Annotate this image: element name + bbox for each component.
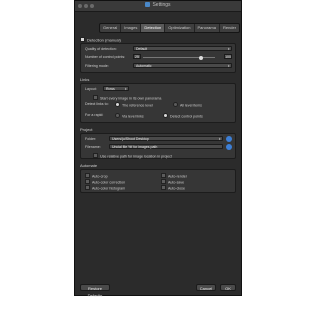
auto-color-correction-checkbox[interactable] xyxy=(85,179,90,184)
reference-level-radio[interactable] xyxy=(115,102,120,107)
auto-render-label: Auto-render xyxy=(168,174,187,179)
ctrl-points-slider[interactable] xyxy=(143,55,215,60)
detect-control-points-label: Detect control points xyxy=(170,114,203,119)
project-header: Project xyxy=(80,127,93,132)
quality-label: Quality of detection: xyxy=(85,47,117,51)
project-box: Folder: Users/ju/Shoot Desktop ⬍ Filename… xyxy=(80,133,236,159)
quality-select[interactable]: Default ⬍ xyxy=(133,46,232,51)
select-arrow-icon: ⬍ xyxy=(227,47,230,51)
for-rapid-label: For a rapid: xyxy=(85,113,104,117)
detection-header: Detection (manual) xyxy=(87,37,121,43)
filename-info-button[interactable] xyxy=(226,143,232,150)
links-header: Links xyxy=(80,77,90,82)
auto-color-correction-label: Auto-color correction xyxy=(92,180,126,185)
all-level-label: All level items xyxy=(180,103,202,108)
select-arrow-icon: ⬍ xyxy=(218,137,221,141)
links-box: Layout: Rows ⬍ Start every image in its o… xyxy=(80,83,236,123)
auto-save-checkbox[interactable] xyxy=(161,179,166,184)
auto-close-label: Auto-close xyxy=(168,186,185,191)
own-panorama-label: Start every image in its own panorama xyxy=(100,96,162,101)
detection-section: Detection (manual) Quality of detection:… xyxy=(80,37,236,73)
via-level-links-label: Via level links xyxy=(122,114,144,119)
detection-box: Quality of detection: Default ⬍ Number of… xyxy=(80,43,236,73)
links-section: Links Layout: Rows ⬍ Start every image in… xyxy=(80,77,236,123)
layout-select[interactable]: Rows ⬍ xyxy=(103,86,129,91)
auto-crop-label: Auto-crop xyxy=(92,174,108,179)
tab-render[interactable]: Render xyxy=(220,24,239,32)
auto-save-label: Auto-save xyxy=(168,180,185,185)
ctrl-points-min-field[interactable]: 25 xyxy=(133,54,141,59)
tab-images[interactable]: Images xyxy=(121,24,142,32)
tab-general[interactable]: General xyxy=(100,24,122,32)
folder-info-button[interactable] xyxy=(226,135,232,142)
title-bar: Settings xyxy=(75,1,241,12)
auto-crop-checkbox[interactable] xyxy=(85,173,90,178)
restore-defaults-button[interactable]: Restore Defaults xyxy=(80,284,110,298)
reference-level-label: The reference level xyxy=(122,103,153,108)
filename-label: Filename: xyxy=(85,145,101,149)
filename-field[interactable]: Uncial file %f for images path xyxy=(109,144,223,149)
ctrl-points-max-field[interactable]: 100 xyxy=(224,54,232,59)
app-icon xyxy=(145,2,151,7)
project-section: Project Folder: Users/ju/Shoot Desktop ⬍ … xyxy=(80,127,236,159)
auto-color-histogram-label: Auto-color histogram xyxy=(92,186,126,191)
detection-manual-checkbox[interactable] xyxy=(80,37,85,42)
relative-path-label: Use relative path for image location in … xyxy=(100,154,172,159)
automate-section: Automate Auto-crop Auto-color correction… xyxy=(80,163,236,193)
ok-button[interactable]: OK xyxy=(220,284,236,291)
relative-path-checkbox[interactable] xyxy=(93,153,98,158)
filtering-select[interactable]: Automatic ⬍ xyxy=(133,63,232,68)
auto-color-histogram-checkbox[interactable] xyxy=(85,185,90,190)
folder-label: Folder: xyxy=(85,137,97,141)
window-title: Settings xyxy=(152,2,171,8)
auto-close-checkbox[interactable] xyxy=(161,185,166,190)
via-level-links-radio[interactable] xyxy=(115,113,120,118)
layout-label: Layout: xyxy=(85,87,97,91)
own-panorama-checkbox[interactable] xyxy=(93,95,98,100)
select-arrow-icon: ⬍ xyxy=(124,87,127,91)
automate-box: Auto-crop Auto-color correction Auto-col… xyxy=(80,169,236,193)
ctrl-points-label: Number of control points: xyxy=(85,55,126,59)
detect-links-label: Detect links to: xyxy=(85,102,109,106)
settings-window: Settings General Images Detection Optimi… xyxy=(74,0,242,298)
tab-bar: General Images Detection Optimization Pa… xyxy=(99,23,241,33)
tab-detection[interactable]: Detection xyxy=(141,24,166,32)
folder-select[interactable]: Users/ju/Shoot Desktop ⬍ xyxy=(109,136,223,141)
select-arrow-icon: ⬍ xyxy=(227,64,230,68)
tab-panorama[interactable]: Panorama xyxy=(195,24,220,32)
slider-knob[interactable] xyxy=(199,55,204,60)
automate-header: Automate xyxy=(80,163,98,168)
filtering-label: Filtering mode: xyxy=(85,64,109,68)
cancel-button[interactable]: Cancel xyxy=(196,284,216,291)
detect-control-points-radio[interactable] xyxy=(163,113,168,118)
all-level-radio[interactable] xyxy=(173,102,178,107)
tab-optimization[interactable]: Optimization xyxy=(165,24,195,32)
auto-render-checkbox[interactable] xyxy=(161,173,166,178)
